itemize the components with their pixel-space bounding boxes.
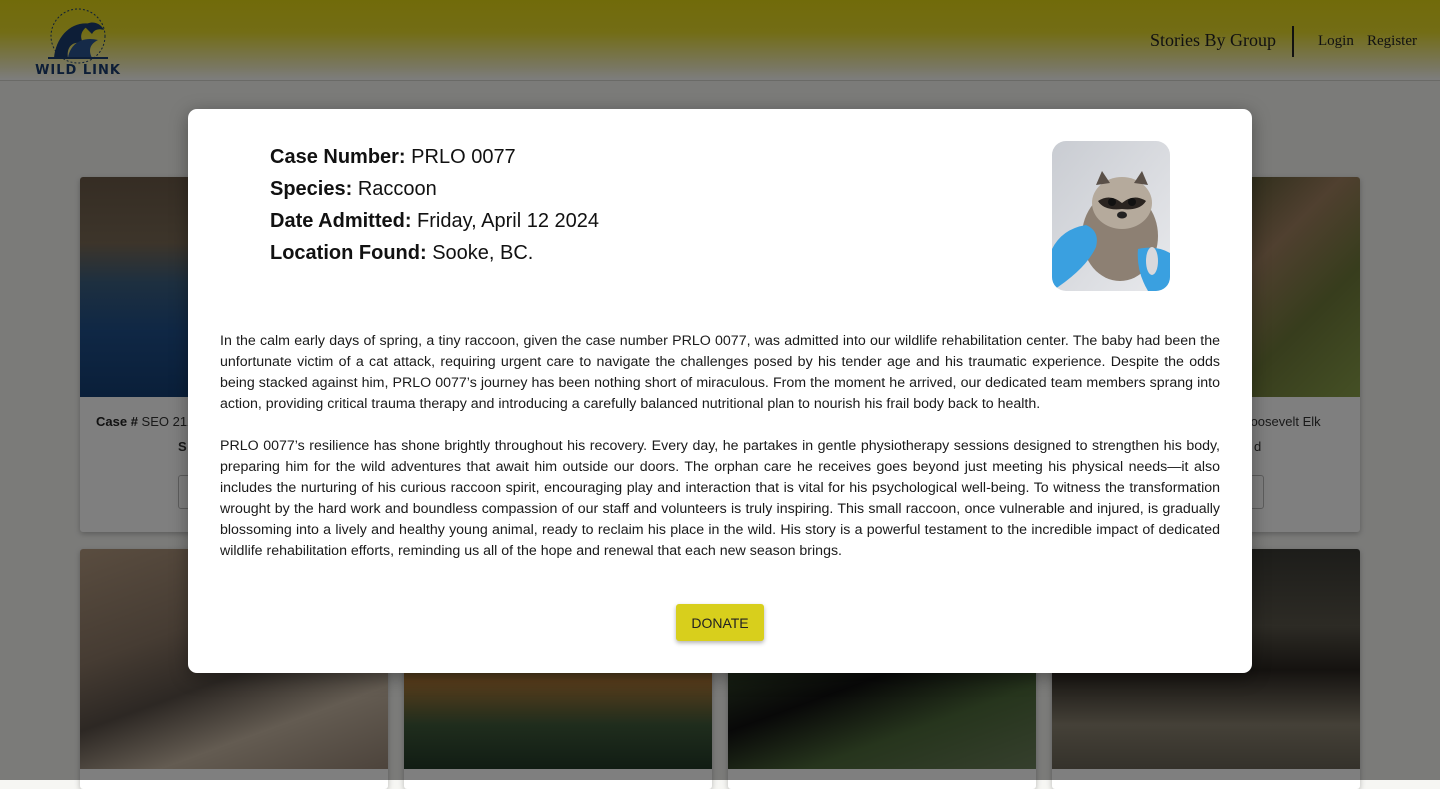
- raccoon-image: [1052, 141, 1170, 291]
- case-number-value: PRLO 0077: [411, 146, 516, 168]
- case-number-line: Case Number: PRLO 0077: [270, 146, 516, 169]
- raccoon-photo: [1052, 141, 1170, 291]
- species-line: Species: Raccoon: [270, 178, 437, 201]
- donate-button[interactable]: DONATE: [676, 604, 764, 641]
- location-found-label: Location Found:: [270, 242, 427, 264]
- date-admitted-line: Date Admitted: Friday, April 12 2024: [270, 210, 599, 233]
- date-admitted-label: Date Admitted:: [270, 210, 412, 232]
- location-found-value: Sooke, BC.: [432, 242, 534, 264]
- location-found-line: Location Found: Sooke, BC.: [270, 242, 533, 265]
- story-modal: Case Number: PRLO 0077 Species: Raccoon …: [188, 109, 1252, 673]
- story-paragraph-2: PRLO 0077’s resilience has shone brightl…: [220, 438, 1220, 559]
- case-number-label: Case Number:: [270, 146, 406, 168]
- species-value: Raccoon: [357, 178, 437, 200]
- date-admitted-value: Friday, April 12 2024: [417, 210, 599, 232]
- story-paragraph-1: In the calm early days of spring, a tiny…: [220, 333, 1220, 412]
- species-label: Species:: [270, 178, 353, 200]
